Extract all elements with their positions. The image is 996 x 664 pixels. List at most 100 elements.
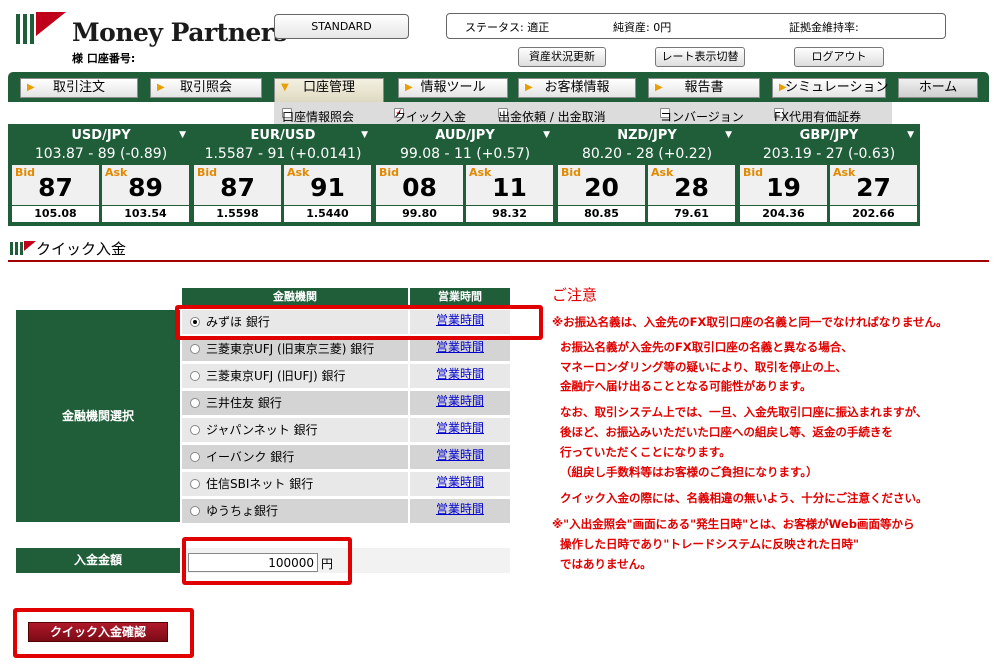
brand-name: Money Partners [72, 18, 288, 47]
hours-link-cell: 営業時間 [410, 499, 510, 523]
bid-button[interactable]: Bid 20 [558, 165, 645, 205]
plan-badge: STANDARD [274, 14, 409, 39]
radio-button[interactable] [190, 425, 200, 435]
business-hours-link[interactable]: 営業時間 [436, 340, 484, 354]
nav-account-management[interactable]: ▼ 口座管理 [274, 78, 384, 104]
bid-button[interactable]: Bid 08 [376, 165, 463, 205]
dropdown-arrow-icon: ▼ [907, 130, 914, 140]
bank-option-smbc[interactable]: 三井住友 銀行 [182, 391, 408, 415]
ask-button[interactable]: Ask 89 [102, 165, 189, 205]
spot-rate: 103.87 - 89 (-0.89) [34, 146, 168, 162]
page-title: クイック入金 [10, 238, 126, 259]
dropdown-arrow-icon: ▼ [361, 130, 368, 140]
highlight-frame [175, 305, 543, 340]
notice-line: なお、取引システム上では、一旦、入金先取引口座に振込まれますが、 [560, 405, 928, 419]
bid-button[interactable]: Bid 87 [194, 165, 281, 205]
pair-selector[interactable]: GBP/JPY ▼ [740, 127, 918, 144]
low-value: 202.66 [830, 206, 917, 222]
notice-line: お振込名義が入金先のFX取引口座の名義と異なる場合、 [560, 340, 853, 354]
nav-trade-order[interactable]: ▶ 取引注文 [20, 78, 138, 98]
spot-rate: 1.5587 - 91 (+0.0141) [204, 146, 362, 162]
high-value: 204.36 [740, 206, 827, 222]
radio-button[interactable] [190, 479, 200, 489]
notice-line: ※"入出金照会"画面にある"発生日時"とは、お客様がWeb画面等から [552, 517, 915, 531]
nav-home[interactable]: ホーム [898, 78, 978, 98]
nav-info-tools[interactable]: ▶ 情報ツール [398, 78, 508, 98]
notice-line: ※お振込名義は、入金先のFX取引口座の名義と同一でなければなりません。 [552, 315, 948, 329]
bank-option-mufg-ufj[interactable]: 三菱東京UFJ (旧UFJ) 銀行 [182, 364, 408, 388]
bank-option-mufg-tokyo[interactable]: 三菱東京UFJ (旧東京三菱) 銀行 [182, 337, 408, 361]
section-mark-icon [10, 241, 36, 255]
nav-simulation[interactable]: ▶ シミュレーション [772, 78, 888, 98]
radio-button[interactable] [190, 371, 200, 381]
deposit-amount-label: 入金金額 [16, 548, 180, 573]
institution-select-label: 金融機関選択 [16, 310, 180, 522]
dropdown-arrow-icon: ▼ [543, 130, 550, 140]
bank-option-ebank[interactable]: イーバンク 銀行 [182, 445, 408, 469]
high-value: 80.85 [558, 206, 645, 222]
header-business-hours: 営業時間 [410, 288, 510, 305]
sub-nav: 口座情報照会 ✓ クイック入金 出金依頼 / 出金取消 コンバージョン FX代用有… [274, 102, 892, 124]
low-value: 79.61 [648, 206, 735, 222]
high-value: 105.08 [12, 206, 99, 222]
spot-rate: 99.08 - 11 (+0.57) [399, 146, 531, 162]
notice-line: クイック入金の際には、名義相違の無いよう、十分にご注意ください。 [560, 491, 928, 505]
pair-selector[interactable]: AUD/JPY ▼ [376, 127, 554, 144]
notice-line: 操作した日時であり"トレードシステムに反映された日時" [560, 537, 860, 551]
refresh-assets-button[interactable]: 資産状況更新 [518, 47, 606, 67]
high-value: 99.80 [376, 206, 463, 222]
rate-panel-usdjpy: USD/JPY ▼ 103.87 - 89 (-0.89) Bid 87 Ask 89… [12, 127, 190, 223]
ask-button[interactable]: Ask 28 [648, 165, 735, 205]
hours-link-cell: 営業時間 [410, 337, 510, 361]
radio-button[interactable] [190, 506, 200, 516]
logout-button[interactable]: ログアウト [794, 47, 884, 67]
header-institution: 金融機関 [182, 288, 408, 305]
business-hours-link[interactable]: 営業時間 [436, 448, 484, 462]
rate-panel-gbpjpy: GBP/JPY ▼ 203.19 - 27 (-0.63) Bid 19 Ask 27… [740, 127, 918, 223]
bank-option-yucho[interactable]: ゆうちょ銀行 [182, 499, 408, 523]
notice-title: ご注意 [552, 286, 598, 304]
ask-button[interactable]: Ask 91 [284, 165, 371, 205]
rate-panel-nzdjpy: NZD/JPY ▼ 80.20 - 28 (+0.22) Bid 20 Ask 28 … [558, 127, 736, 223]
bid-button[interactable]: Bid 19 [740, 165, 827, 205]
low-value: 103.54 [102, 206, 189, 222]
pair-selector[interactable]: USD/JPY ▼ [12, 127, 190, 144]
dropdown-arrow-icon: ▼ [179, 130, 186, 140]
ask-button[interactable]: Ask 27 [830, 165, 917, 205]
bid-button[interactable]: Bid 87 [12, 165, 99, 205]
highlight-frame [182, 537, 352, 585]
notice-line: 後ほど、お振込みいただいた口座への組戻し等、返金の手続きを [560, 425, 893, 439]
business-hours-link[interactable]: 営業時間 [436, 394, 484, 408]
dropdown-arrow-icon: ▼ [725, 130, 732, 140]
status-text: ステータス: 適正 [465, 21, 550, 34]
hours-link-cell: 営業時間 [410, 472, 510, 496]
high-value: 1.5598 [194, 206, 281, 222]
low-value: 98.32 [466, 206, 553, 222]
nav-reports[interactable]: ▶ 報告書 [648, 78, 760, 98]
highlight-frame [13, 608, 194, 658]
bank-option-sbi[interactable]: 住信SBIネット 銀行 [182, 472, 408, 496]
ask-button[interactable]: Ask 11 [466, 165, 553, 205]
nav-trade-inquiry[interactable]: ▶ 取引照会 [150, 78, 262, 98]
business-hours-link[interactable]: 営業時間 [436, 421, 484, 435]
bank-option-japannet[interactable]: ジャパンネット 銀行 [182, 418, 408, 442]
pair-selector[interactable]: EUR/USD ▼ [194, 127, 372, 144]
notice-line: 行っていただくことになります。 [560, 445, 731, 459]
spot-rate: 80.20 - 28 (+0.22) [581, 146, 713, 162]
business-hours-link[interactable]: 営業時間 [436, 367, 484, 381]
rate-display-toggle-button[interactable]: レート表示切替 [655, 47, 745, 67]
spot-rate: 203.19 - 27 (-0.63) [762, 146, 896, 162]
hours-link-cell: 営業時間 [410, 391, 510, 415]
nav-customer-info[interactable]: ▶ お客様情報 [518, 78, 636, 98]
business-hours-link[interactable]: 営業時間 [436, 502, 484, 516]
brand-logo: Money Partners [14, 10, 288, 50]
pair-selector[interactable]: NZD/JPY ▼ [558, 127, 736, 144]
radio-button[interactable] [190, 398, 200, 408]
logo-mark-icon [16, 12, 66, 44]
hours-link-cell: 営業時間 [410, 418, 510, 442]
radio-button[interactable] [190, 344, 200, 354]
radio-button[interactable] [190, 452, 200, 462]
account-number-label: 様 口座番号: [72, 52, 136, 65]
margin-ratio-text: 証拠金維持率: [789, 21, 859, 34]
business-hours-link[interactable]: 営業時間 [436, 475, 484, 489]
